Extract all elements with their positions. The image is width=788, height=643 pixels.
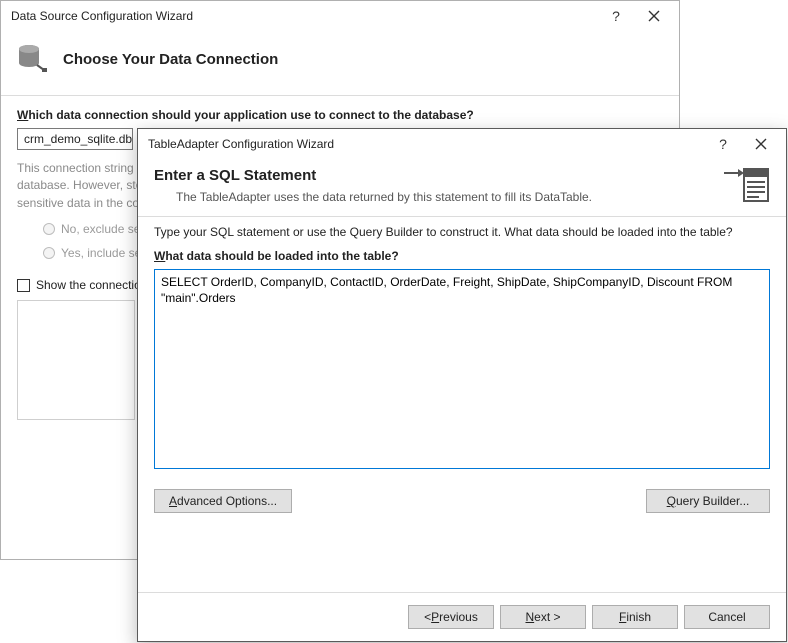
- next-button[interactable]: Next >: [500, 605, 586, 629]
- back-title-bar: Data Source Configuration Wizard ?: [1, 1, 679, 31]
- back-heading: Choose Your Data Connection: [63, 51, 278, 68]
- connection-dropdown-value: crm_demo_sqlite.db: [24, 132, 132, 146]
- checkbox-icon[interactable]: [17, 279, 30, 292]
- sql-instruction: Type your SQL statement or use the Query…: [154, 225, 770, 239]
- front-heading: Enter a SQL Statement: [154, 167, 708, 184]
- close-button[interactable]: [742, 130, 780, 158]
- back-title-text: Data Source Configuration Wizard: [11, 9, 597, 23]
- query-builder-label: uery Builder...: [676, 494, 749, 508]
- cancel-button[interactable]: Cancel: [684, 605, 770, 629]
- database-icon: [17, 43, 49, 75]
- help-button[interactable]: ?: [597, 2, 635, 30]
- query-builder-button[interactable]: Query Builder...: [646, 489, 770, 513]
- back-header: Choose Your Data Connection: [1, 31, 679, 95]
- tableadapter-wizard-dialog: TableAdapter Configuration Wizard ? Ente…: [137, 128, 787, 642]
- help-button[interactable]: ?: [704, 130, 742, 158]
- front-title-bar: TableAdapter Configuration Wizard ?: [138, 129, 786, 159]
- wizard-footer: < Previous Next > Finish Cancel: [138, 592, 786, 641]
- radio-icon: [43, 247, 55, 259]
- advanced-label: dvanced Options...: [177, 494, 277, 508]
- radio-icon: [43, 223, 55, 235]
- previous-button[interactable]: < Previous: [408, 605, 494, 629]
- front-header: Enter a SQL Statement The TableAdapter u…: [138, 159, 786, 216]
- connection-dropdown[interactable]: crm_demo_sqlite.db: [17, 128, 133, 150]
- back-question: Which data connection should your applic…: [17, 108, 663, 122]
- front-title-text: TableAdapter Configuration Wizard: [148, 137, 704, 151]
- connection-string-preview-box: [17, 300, 135, 420]
- front-question: What data should be loaded into the tabl…: [154, 249, 770, 263]
- front-subtitle: The TableAdapter uses the data returned …: [154, 190, 708, 204]
- finish-button[interactable]: Finish: [592, 605, 678, 629]
- sql-statement-textarea[interactable]: [154, 269, 770, 469]
- close-button[interactable]: [635, 2, 673, 30]
- advanced-options-button[interactable]: Advanced Options...: [154, 489, 292, 513]
- sql-form-icon: [722, 167, 770, 203]
